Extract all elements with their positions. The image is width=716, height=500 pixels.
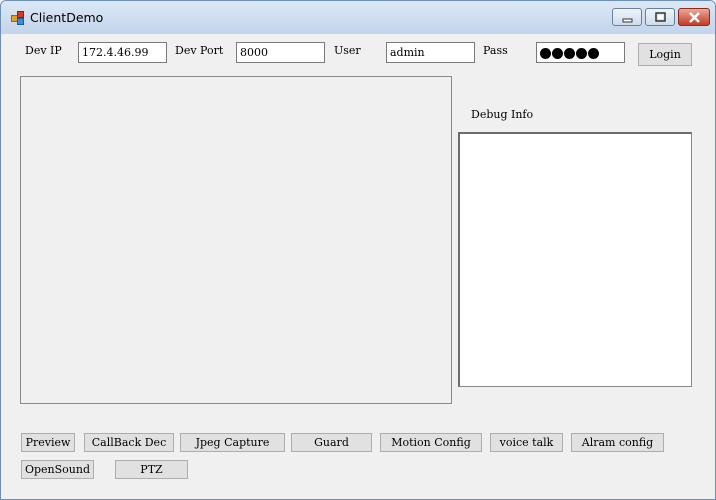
minimize-icon bbox=[622, 18, 633, 23]
pass-label: Pass bbox=[483, 44, 508, 57]
password-dot bbox=[588, 48, 599, 59]
voice-talk-button[interactable]: voice talk bbox=[490, 433, 563, 452]
video-preview-area[interactable] bbox=[20, 76, 452, 404]
dev-ip-input[interactable]: 172.4.46.99 bbox=[78, 42, 167, 63]
app-window-icon bbox=[11, 11, 25, 25]
dev-port-label: Dev Port bbox=[175, 44, 224, 57]
close-button[interactable] bbox=[678, 8, 710, 26]
preview-button[interactable]: Preview bbox=[21, 433, 75, 452]
maximize-icon bbox=[655, 12, 666, 22]
alarm-config-button[interactable]: Alram config bbox=[571, 433, 664, 452]
close-icon bbox=[689, 12, 700, 23]
title-bar[interactable]: ClientDemo bbox=[1, 1, 715, 34]
client-demo-window: ClientDemo Dev IP 172.4.46.99 Dev Port 8… bbox=[0, 0, 716, 500]
login-button[interactable]: Login bbox=[638, 43, 692, 66]
guard-button[interactable]: Guard bbox=[291, 433, 372, 452]
password-input[interactable] bbox=[536, 42, 625, 63]
password-dot bbox=[552, 48, 563, 59]
user-input[interactable]: admin bbox=[386, 42, 475, 63]
dev-ip-label: Dev IP bbox=[25, 44, 62, 57]
password-dot bbox=[540, 48, 551, 59]
debug-info-label: Debug Info bbox=[471, 108, 534, 121]
window-title: ClientDemo bbox=[30, 10, 104, 25]
dev-port-input[interactable]: 8000 bbox=[236, 42, 325, 63]
jpeg-capture-button[interactable]: Jpeg Capture bbox=[180, 433, 285, 452]
user-label: User bbox=[334, 44, 361, 57]
password-dot bbox=[564, 48, 575, 59]
open-sound-button[interactable]: OpenSound bbox=[21, 460, 94, 479]
password-dot bbox=[576, 48, 587, 59]
motion-config-button[interactable]: Motion Config bbox=[380, 433, 482, 452]
ptz-button[interactable]: PTZ bbox=[115, 460, 188, 479]
password-mask bbox=[540, 46, 600, 62]
callback-dec-button[interactable]: CallBack Dec bbox=[84, 433, 174, 452]
maximize-button[interactable] bbox=[645, 8, 675, 26]
minimize-button[interactable] bbox=[612, 8, 642, 26]
debug-info-list[interactable] bbox=[458, 132, 692, 387]
